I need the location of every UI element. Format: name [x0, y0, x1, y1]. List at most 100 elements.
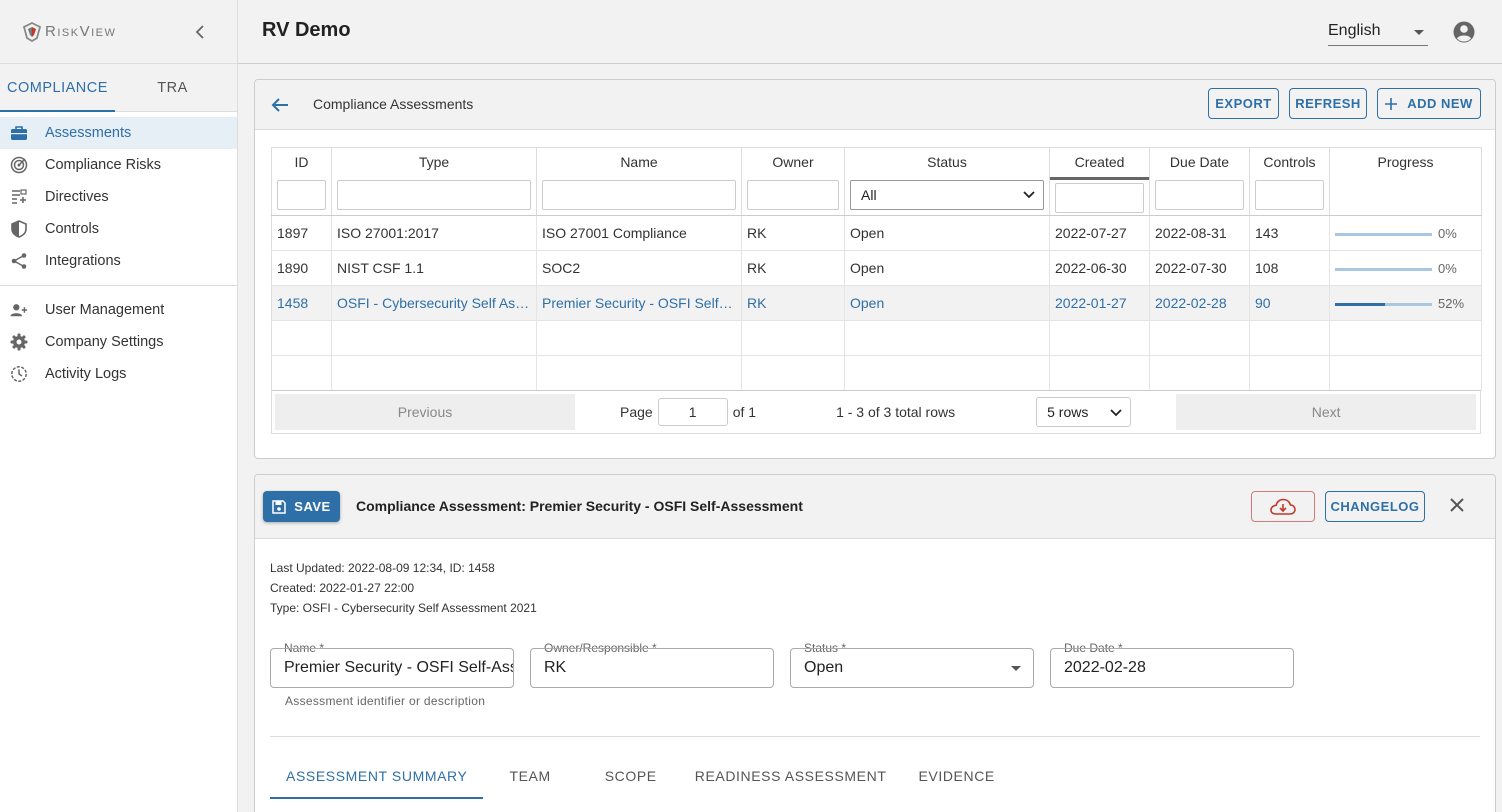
sidebar-item-label: Integrations [45, 253, 121, 269]
name-field[interactable]: Premier Security - OSFI Self-Assessment [270, 648, 514, 688]
filter-type-input[interactable] [337, 180, 531, 210]
filter-status-select[interactable]: All [850, 180, 1044, 210]
table-row-selected[interactable]: 1458 OSFI - Cybersecurity Self Assessmen… [271, 285, 1482, 321]
status-select-value: Open [804, 659, 844, 676]
column-type[interactable]: Type [331, 147, 537, 216]
page-number-input[interactable]: 1 [657, 398, 728, 426]
table-row[interactable]: 1897 ISO 27001:2017 ISO 27001 Compliance… [271, 215, 1482, 251]
column-owner[interactable]: Owner [741, 147, 845, 216]
sidebar-item-company-settings[interactable]: Company Settings [0, 326, 237, 358]
column-label: Name [620, 154, 658, 170]
filter-controls-input[interactable] [1255, 180, 1324, 210]
column-label: Progress [1377, 154, 1434, 170]
close-icon[interactable] [1447, 495, 1467, 515]
cell-controls: 143 [1249, 215, 1330, 251]
tab-team[interactable]: TEAM [493, 758, 566, 799]
sidebar-item-assessments[interactable]: Assessments [0, 117, 237, 149]
cell-name: ISO 27001 Compliance [536, 215, 742, 251]
logo-icon [22, 21, 42, 42]
add-new-button-label: ADD NEW [1407, 96, 1473, 111]
tab-readiness-assessment[interactable]: READINESS ASSESSMENT [679, 758, 903, 799]
tab-evidence[interactable]: EVIDENCE [902, 758, 1010, 799]
column-progress[interactable]: Progress [1329, 147, 1482, 216]
refresh-button-label: REFRESH [1295, 96, 1361, 111]
sidebar-item-compliance-risks[interactable]: Compliance Risks [0, 149, 237, 181]
caret-down-icon [1011, 666, 1021, 671]
last-updated-text: Last Updated: 2022-08-09 12:34, ID: 1458 [270, 561, 495, 575]
sidebar-item-label: Assessments [45, 125, 132, 141]
column-id[interactable]: ID [271, 147, 332, 216]
sidebar-item-integrations[interactable]: Integrations [0, 245, 237, 277]
sidebar-tabs: COMPLIANCE TRA [0, 64, 237, 112]
list-header: Compliance Assessments EXPORT REFRESH AD… [255, 80, 1495, 130]
document-plus-icon [10, 188, 28, 206]
sidebar-item-user-management[interactable]: User Management [0, 294, 237, 326]
cloud-download-button[interactable] [1251, 491, 1315, 522]
language-select[interactable]: English [1328, 18, 1428, 46]
filter-created-input[interactable] [1055, 183, 1144, 213]
sidebar-item-label: Compliance Risks [45, 157, 162, 173]
column-created[interactable]: Created [1049, 147, 1150, 216]
sidebar: RiskView COMPLIANCE TRA Assessments Comp… [0, 0, 238, 812]
tab-tra[interactable]: TRA [115, 64, 230, 111]
rows-info: 1 - 3 of 3 total rows [836, 404, 956, 420]
owner-field[interactable]: RK [530, 648, 774, 688]
tab-assessment-summary[interactable]: ASSESSMENT SUMMARY [270, 758, 484, 799]
divider [270, 736, 1480, 737]
sidebar-item-controls[interactable]: Controls [0, 213, 237, 245]
page-label: Page [620, 404, 653, 420]
column-status[interactable]: Status All [844, 147, 1050, 216]
column-controls[interactable]: Controls [1249, 147, 1330, 216]
column-due-date[interactable]: Due Date [1149, 147, 1250, 216]
tab-compliance[interactable]: COMPLIANCE [0, 64, 115, 112]
changelog-button[interactable]: CHANGELOG [1325, 491, 1425, 522]
progress-bar [1335, 267, 1432, 271]
progress-label: 0% [1438, 261, 1457, 276]
gear-icon [10, 333, 28, 351]
cell-due-date: 2022-07-30 [1149, 250, 1250, 286]
filter-id-input[interactable] [277, 180, 326, 210]
user-add-icon [10, 301, 28, 319]
assessment-metadata: Last Updated: 2022-08-09 12:34, ID: 1458… [270, 558, 537, 618]
shield-icon [10, 220, 28, 238]
add-new-button[interactable]: ADD NEW [1377, 88, 1481, 119]
cell-owner: RK [741, 250, 845, 286]
tab-scope[interactable]: SCOPE [589, 758, 673, 799]
column-label: Controls [1263, 154, 1316, 170]
filter-due-date-input[interactable] [1155, 180, 1244, 210]
page-total-label: of 1 [732, 404, 757, 420]
sidebar-item-directives[interactable]: Directives [0, 181, 237, 213]
changelog-button-label: CHANGELOG [1330, 499, 1420, 514]
column-label: Created [1050, 154, 1149, 180]
refresh-button[interactable]: REFRESH [1289, 88, 1367, 119]
logo: RiskView [22, 21, 116, 42]
list-title: Compliance Assessments [313, 96, 474, 112]
export-button[interactable]: EXPORT [1208, 88, 1279, 119]
cell-due-date: 2022-02-28 [1149, 285, 1250, 321]
filter-owner-input[interactable] [747, 180, 839, 210]
caret-down-icon [1414, 30, 1424, 35]
previous-button[interactable]: Previous [275, 394, 575, 430]
briefcase-icon [10, 124, 28, 142]
save-button[interactable]: SAVE [263, 491, 340, 522]
status-select[interactable]: Open [790, 648, 1034, 688]
progress-bar [1335, 232, 1432, 236]
arrow-back-icon[interactable] [269, 94, 291, 116]
chevron-down-icon [1110, 409, 1122, 417]
due-date-field[interactable]: 2022-02-28 [1050, 648, 1294, 688]
filter-name-input[interactable] [542, 180, 736, 210]
rows-per-page-select[interactable]: 5 rows [1036, 397, 1132, 427]
table-header-row: ID Type Name Owner Status All Created Du… [271, 147, 1482, 216]
cell-created: 2022-07-27 [1049, 215, 1150, 251]
cell-id: 1897 [271, 215, 332, 251]
share-icon [10, 252, 28, 270]
progress-label: 0% [1438, 226, 1457, 241]
sidebar-item-activity-logs[interactable]: Activity Logs [0, 358, 237, 390]
account-circle-icon[interactable] [1452, 20, 1476, 44]
next-button[interactable]: Next [1176, 394, 1477, 430]
table-row[interactable]: 1890 NIST CSF 1.1 SOC2 RK Open 2022-06-3… [271, 250, 1482, 286]
column-name[interactable]: Name [536, 147, 742, 216]
chevron-left-icon[interactable] [191, 22, 211, 42]
cell-created: 2022-01-27 [1049, 285, 1150, 321]
sidebar-item-label: Company Settings [45, 334, 164, 350]
